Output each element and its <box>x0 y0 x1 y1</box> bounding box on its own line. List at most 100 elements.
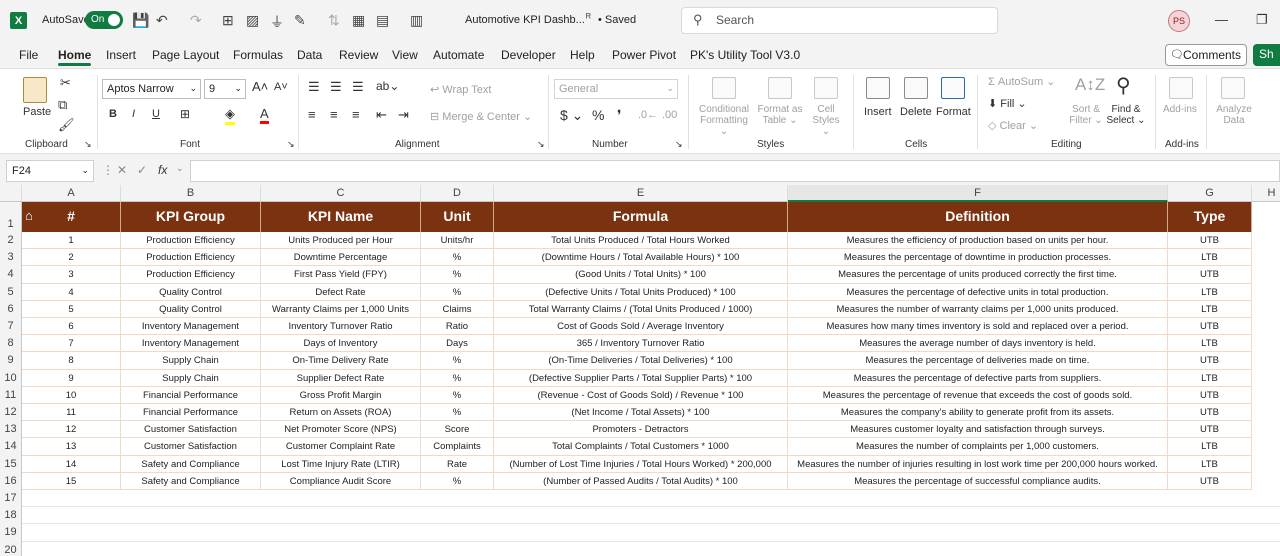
menu-home[interactable]: Home <box>58 48 92 66</box>
empty-row[interactable] <box>22 490 1280 508</box>
table-cell[interactable]: LTB <box>1168 283 1252 301</box>
font-color-icon[interactable]: A <box>260 106 269 124</box>
paste-button[interactable]: Paste <box>23 106 51 118</box>
formula-input[interactable] <box>190 160 1280 182</box>
table-cell[interactable]: Complaints <box>421 438 494 456</box>
table-cell[interactable]: 5 <box>22 300 121 318</box>
table-cell[interactable]: 6 <box>22 318 121 336</box>
clipboard-launcher-icon[interactable]: ↘ <box>84 139 92 150</box>
table-cell[interactable]: (Revenue - Cost of Goods Sold) / Revenue… <box>494 386 788 404</box>
search-box[interactable]: ⚲ Search <box>681 7 998 34</box>
table-cell[interactable]: 3 <box>22 266 121 284</box>
increase-decimal-icon[interactable]: .0← <box>638 109 658 121</box>
save-icon[interactable]: 💾 <box>132 12 149 29</box>
bold-icon[interactable]: B <box>109 108 117 120</box>
table-cell[interactable]: 13 <box>22 438 121 456</box>
table-cell[interactable]: % <box>421 369 494 387</box>
menu-power-pivot[interactable]: Power Pivot <box>612 48 676 62</box>
align-bottom-icon[interactable]: ☰ <box>352 79 364 95</box>
table-cell[interactable]: Measures the efficiency of production ba… <box>788 232 1168 250</box>
table-cell[interactable]: UTB <box>1168 318 1252 336</box>
table-icon[interactable]: ▦ <box>352 12 365 29</box>
table-cell[interactable]: (Defective Supplier Parts / Total Suppli… <box>494 369 788 387</box>
grid-icon[interactable]: ▤ <box>376 12 389 29</box>
decrease-indent-icon[interactable]: ⇤ <box>376 107 387 123</box>
column-header-b[interactable]: B <box>121 185 261 202</box>
format-button[interactable]: Format <box>936 106 971 118</box>
merge-center-button[interactable]: ⊟ Merge & Center ⌄ <box>430 110 532 123</box>
table-cell[interactable]: % <box>421 249 494 267</box>
orientation-icon[interactable]: ab⌄ <box>376 79 399 93</box>
analyze-data-button[interactable]: Analyze Data <box>1215 104 1253 126</box>
row-header[interactable]: 12 <box>0 404 22 422</box>
table-cell[interactable]: First Pass Yield (FPY) <box>261 266 421 284</box>
decrease-font-icon[interactable]: A˅ <box>274 81 288 93</box>
row-header[interactable]: 2 <box>0 232 22 250</box>
table-cell[interactable]: UTB <box>1168 472 1252 490</box>
table-cell[interactable]: Days of Inventory <box>261 335 421 353</box>
document-title[interactable]: Automotive KPI Dashb... <box>465 14 585 26</box>
table-cell[interactable]: Measures the number of complaints per 1,… <box>788 438 1168 456</box>
menu-view[interactable]: View <box>392 48 418 62</box>
find-select-button[interactable]: Find & Select ⌄ <box>1106 104 1146 126</box>
row-header[interactable]: 5 <box>0 283 22 301</box>
table-cell[interactable]: Inventory Management <box>121 318 261 336</box>
table-cell[interactable]: Days <box>421 335 494 353</box>
align-left-icon[interactable]: ≡ <box>308 107 316 122</box>
row-header[interactable]: 8 <box>0 335 22 353</box>
autosum-button[interactable]: Σ AutoSum ⌄ <box>988 75 1055 88</box>
table-cell[interactable]: Production Efficiency <box>121 249 261 267</box>
table-cell[interactable]: 8 <box>22 352 121 370</box>
table-cell[interactable]: Return on Assets (ROA) <box>261 404 421 422</box>
table-cell[interactable]: (On-Time Deliveries / Total Deliveries) … <box>494 352 788 370</box>
align-top-icon[interactable]: ☰ <box>308 79 320 95</box>
menu-developer[interactable]: Developer <box>501 48 556 62</box>
table-cell[interactable]: Units/hr <box>421 232 494 250</box>
table-cell[interactable]: (Defective Units / Total Units Produced)… <box>494 283 788 301</box>
menu-automate[interactable]: Automate <box>433 48 484 62</box>
insert-button[interactable]: Insert <box>864 106 892 118</box>
chevron-down-icon[interactable]: ⌄ <box>176 163 184 174</box>
table-cell[interactable]: Ratio <box>421 318 494 336</box>
number-launcher-icon[interactable]: ↘ <box>675 139 683 150</box>
column-header-a[interactable]: A <box>22 185 121 202</box>
table-cell[interactable]: % <box>421 283 494 301</box>
table-cell[interactable]: Score <box>421 421 494 439</box>
table-cell[interactable]: % <box>421 266 494 284</box>
calculator-icon[interactable]: ▥ <box>410 12 423 29</box>
menu-help[interactable]: Help <box>570 48 595 62</box>
format-painter-icon[interactable]: 🖌 <box>58 117 75 133</box>
column-header-f[interactable]: F <box>788 185 1168 202</box>
row-header[interactable]: 10 <box>0 369 22 387</box>
table-cell[interactable]: Supplier Defect Rate <box>261 369 421 387</box>
empty-row[interactable] <box>22 507 1280 525</box>
undo-icon[interactable]: ↶ <box>156 12 168 29</box>
menu-file[interactable]: File <box>19 48 38 62</box>
row-header[interactable]: 17 <box>0 490 22 508</box>
table-cell[interactable]: Production Efficiency <box>121 266 261 284</box>
table-cell[interactable]: Measures the number of injuries resultin… <box>788 455 1168 473</box>
table-cell[interactable]: (Net Income / Total Assets) * 100 <box>494 404 788 422</box>
table-cell[interactable]: Quality Control <box>121 300 261 318</box>
minimize-icon[interactable]: — <box>1215 12 1228 27</box>
table-cell[interactable]: 10 <box>22 386 121 404</box>
table-cell[interactable]: Measures the percentage of units produce… <box>788 266 1168 284</box>
menu-utility-tool[interactable]: PK's Utility Tool V3.0 <box>690 48 800 62</box>
table-cell[interactable]: 1 <box>22 232 121 250</box>
table-cell[interactable]: Customer Satisfaction <box>121 421 261 439</box>
wrap-text-button[interactable]: ↩ Wrap Text <box>430 83 491 96</box>
table-cell[interactable]: UTB <box>1168 386 1252 404</box>
table-cell[interactable]: UTB <box>1168 266 1252 284</box>
alignment-launcher-icon[interactable]: ↘ <box>537 139 545 150</box>
table-cell[interactable]: Claims <box>421 300 494 318</box>
fx-icon[interactable]: fx <box>158 163 167 177</box>
table-cell[interactable]: Measures the percentage of defective uni… <box>788 283 1168 301</box>
font-size-select[interactable]: 9 ⌄ <box>204 79 246 99</box>
table-cell[interactable]: 12 <box>22 421 121 439</box>
image-icon[interactable]: ▨ <box>246 12 259 29</box>
table-cell[interactable]: Safety and Compliance <box>121 455 261 473</box>
row-header[interactable]: 20 <box>0 541 22 556</box>
table-cell[interactable]: Safety and Compliance <box>121 472 261 490</box>
font-name-select[interactable]: Aptos Narrow ⌄ <box>102 79 201 99</box>
table-cell[interactable]: LTB <box>1168 455 1252 473</box>
